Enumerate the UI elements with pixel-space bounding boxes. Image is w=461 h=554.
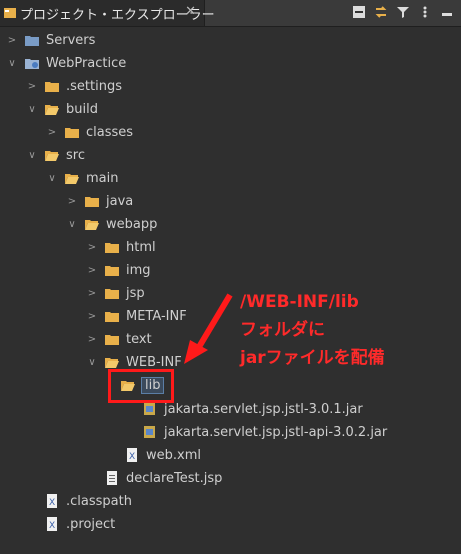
web-project-icon <box>24 56 40 70</box>
link-with-editor-icon[interactable] <box>373 4 389 20</box>
folder-icon <box>104 309 120 323</box>
tree-item-build[interactable]: ∨ build <box>26 98 98 120</box>
tree-item-classpath[interactable]: X .classpath <box>44 490 132 512</box>
tree-item-label: META-INF <box>126 308 187 324</box>
folder-icon <box>24 33 40 47</box>
tree-item-main[interactable]: ∨ main <box>46 167 118 189</box>
folder-icon <box>84 194 100 208</box>
tree-item-label: jakarta.servlet.jsp.jstl-3.0.1.jar <box>164 401 363 417</box>
tree-item-label: Servers <box>46 32 96 48</box>
close-icon[interactable]: ✕ <box>185 4 196 19</box>
svg-text:X: X <box>129 452 135 462</box>
annotation-arrow-icon <box>184 293 233 364</box>
tree-item-label: java <box>106 193 134 209</box>
annotation-line-2: フォルダに <box>240 320 325 340</box>
tree-item-label: .project <box>66 516 116 532</box>
tree-item-servers[interactable]: > Servers <box>6 29 96 51</box>
tree-item-classes[interactable]: > classes <box>46 121 133 143</box>
chevron-down-icon[interactable]: ∨ <box>26 103 38 115</box>
tree-item-web-xml[interactable]: X web.xml <box>124 444 201 466</box>
chevron-down-icon[interactable]: ∨ <box>46 172 58 184</box>
chevron-down-icon[interactable]: ∨ <box>6 57 18 69</box>
chevron-down-icon[interactable]: ∨ <box>86 356 98 368</box>
tree-item-jar-jstl[interactable]: jakarta.servlet.jsp.jstl-3.0.1.jar <box>142 398 363 420</box>
folder-icon <box>104 286 120 300</box>
folder-icon <box>104 263 120 277</box>
tree-item-label: .settings <box>66 78 122 94</box>
chevron-right-icon[interactable]: > <box>6 34 18 46</box>
tree-item-img[interactable]: > img <box>86 259 151 281</box>
xml-file-icon: X <box>44 517 60 531</box>
view-menu-icon[interactable] <box>417 4 433 20</box>
tree-item-label: jsp <box>126 285 145 301</box>
tree-item-label: main <box>86 170 119 186</box>
tree-item-label: build <box>66 101 98 117</box>
tree-item-label: img <box>126 262 151 278</box>
tree-item-label: .classpath <box>66 493 132 509</box>
tree-item-label: classes <box>86 124 134 140</box>
open-folder-icon <box>104 355 120 369</box>
jar-file-icon <box>142 402 158 416</box>
tree-item-declare-test[interactable]: declareTest.jsp <box>104 467 222 489</box>
chevron-right-icon[interactable]: > <box>86 264 98 276</box>
tree-item-meta-inf[interactable]: > META-INF <box>86 305 187 327</box>
xml-file-icon: X <box>124 448 140 462</box>
chevron-down-icon[interactable]: ∨ <box>66 218 78 230</box>
folder-icon <box>44 79 60 93</box>
tree-item-label: WEB-INF <box>126 354 182 370</box>
tree-item-jar-jstl-api[interactable]: jakarta.servlet.jsp.jstl-api-3.0.2.jar <box>142 421 387 443</box>
chevron-right-icon[interactable]: > <box>86 310 98 322</box>
xml-file-icon: X <box>44 494 60 508</box>
chevron-right-icon[interactable]: > <box>46 126 58 138</box>
tree-item-label: declareTest.jsp <box>126 470 223 486</box>
tree-item-html[interactable]: > html <box>86 236 156 258</box>
tree-item-label: text <box>126 331 152 347</box>
open-folder-icon <box>44 102 60 116</box>
view-tab-bar: プロジェクト・エクスプローラー ✕ <box>0 0 461 27</box>
annotation-text: /WEB-INF/lib フォルダに jarファイルを配備 <box>240 288 385 372</box>
chevron-right-icon[interactable]: > <box>86 287 98 299</box>
minimize-icon[interactable] <box>439 4 455 20</box>
tree-item-label: web.xml <box>146 447 201 463</box>
folder-icon <box>104 332 120 346</box>
tree-item-label: jakarta.servlet.jsp.jstl-api-3.0.2.jar <box>164 424 388 440</box>
open-folder-icon <box>84 217 100 231</box>
chevron-right-icon[interactable]: > <box>26 80 38 92</box>
project-explorer-icon <box>4 7 16 19</box>
tree-item-label: WebPractice <box>46 55 127 71</box>
annotation-line-1: /WEB-INF/lib <box>240 292 359 312</box>
collapse-all-icon[interactable] <box>351 4 367 20</box>
folder-icon <box>64 125 80 139</box>
tree-item-src[interactable]: ∨ src <box>26 144 85 166</box>
chevron-right-icon[interactable]: > <box>66 195 78 207</box>
lib-highlight-box <box>108 369 174 403</box>
svg-text:X: X <box>49 521 55 531</box>
tree-item-project[interactable]: ∨ WebPractice <box>6 52 126 74</box>
tree-item-label: src <box>66 147 85 163</box>
chevron-right-icon[interactable]: > <box>86 241 98 253</box>
jar-file-icon <box>142 425 158 439</box>
open-folder-icon <box>64 171 80 185</box>
tab-project-explorer[interactable]: プロジェクト・エクスプローラー ✕ <box>0 0 215 26</box>
tree-item-jsp[interactable]: > jsp <box>86 282 145 304</box>
annotation-line-3: jarファイルを配備 <box>240 348 385 368</box>
filter-icon[interactable] <box>395 4 411 20</box>
tree-item-webapp[interactable]: ∨ webapp <box>66 213 157 235</box>
tree-item-java[interactable]: > java <box>66 190 133 212</box>
tree-item-dot-project[interactable]: X .project <box>44 513 115 535</box>
chevron-down-icon[interactable]: ∨ <box>26 149 38 161</box>
folder-icon <box>104 240 120 254</box>
open-folder-icon <box>44 148 60 162</box>
tree-item-label: webapp <box>106 216 158 232</box>
chevron-right-icon[interactable]: > <box>86 333 98 345</box>
jsp-file-icon <box>104 471 120 485</box>
view-toolbar <box>351 4 455 20</box>
tree-item-text[interactable]: > text <box>86 328 152 350</box>
tree-item-label: html <box>126 239 156 255</box>
tree-item-settings[interactable]: > .settings <box>26 75 122 97</box>
svg-text:X: X <box>49 498 55 508</box>
